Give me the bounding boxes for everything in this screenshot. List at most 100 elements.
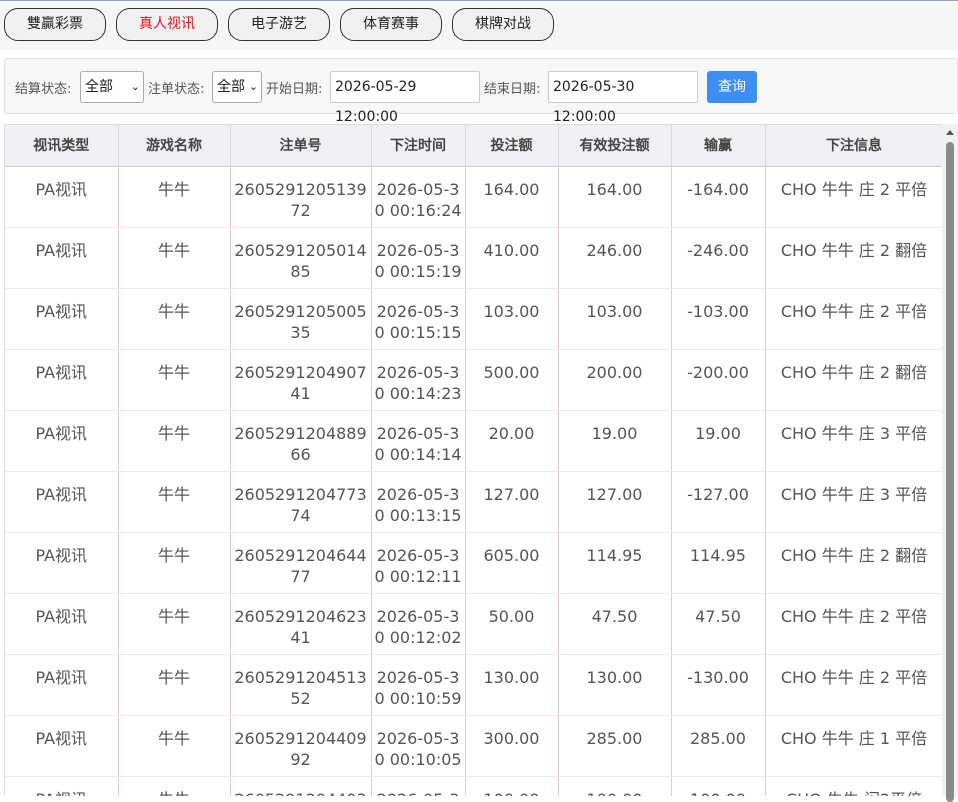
cell-bet-time: 2026-05-30 00:15:19 — [371, 227, 466, 289]
cell-game-name: 牛牛 — [118, 593, 231, 655]
cell-game-name: 牛牛 — [118, 166, 231, 228]
cell-video-type: PA视讯 — [5, 532, 119, 594]
cell-valid-bet: 164.00 — [558, 166, 672, 228]
cell-video-type: PA视讯 — [5, 715, 119, 777]
tab-sports[interactable]: 体育赛事 — [340, 8, 442, 41]
cell-bet-time: 2026-05-30 — [371, 776, 466, 796]
cell-video-type: PA视讯 — [5, 410, 119, 472]
cell-valid-bet: 103.00 — [558, 288, 672, 350]
cell-win-loss: 100.00 — [671, 776, 766, 796]
cell-order-no: 260529120488966 — [230, 410, 372, 472]
cell-bet-amount: 103.00 — [465, 288, 559, 350]
cell-game-name: 牛牛 — [118, 532, 231, 594]
cell-order-no: 260529120501485 — [230, 227, 372, 289]
cell-bet-time: 2026-05-30 00:10:05 — [371, 715, 466, 777]
settle-status-value: 全部 — [85, 79, 113, 95]
scrollbar-thumb[interactable] — [946, 142, 954, 802]
table-row: PA视讯牛牛260529120440372026-05-30100.00100.… — [5, 776, 942, 796]
cell-game-name: 牛牛 — [118, 227, 231, 289]
cell-valid-bet: 246.00 — [558, 227, 672, 289]
cell-valid-bet: 285.00 — [558, 715, 672, 777]
cell-order-no: 260529120451352 — [230, 654, 372, 716]
col-header-valid-bet: 有效投注额 — [558, 125, 672, 167]
col-header-video-type: 视讯类型 — [5, 125, 119, 167]
table-scrollbar[interactable] — [942, 124, 958, 802]
settle-status-select[interactable]: 全部 ⌄ — [80, 71, 144, 103]
col-header-game-name: 游戏名称 — [118, 125, 231, 167]
settle-status-label: 结算状态: — [15, 82, 72, 97]
table-row: PA视讯 牛牛 260529120462341 2026-05-30 00:12:02… — [5, 593, 942, 655]
cell-bet-info: CHO 牛牛 闲2平倍 — [765, 776, 942, 796]
order-status-label: 注单状态: — [148, 82, 205, 97]
cell-valid-bet: 130.00 — [558, 654, 672, 716]
table-row: PA视讯 牛牛 260529120488966 2026-05-30 00:14:14… — [5, 410, 942, 472]
cell-bet-amount: 130.00 — [465, 654, 559, 716]
cell-order-no: 260529120462341 — [230, 593, 372, 655]
cell-order-no: 260529120490741 — [230, 349, 372, 411]
table-row: PA视讯 牛牛 260529120440992 2026-05-30 00:10:05… — [5, 715, 942, 777]
cell-bet-amount: 164.00 — [465, 166, 559, 228]
cell-game-name: 牛牛 — [118, 776, 231, 796]
cell-bet-info: CHO 牛牛 庄 3 平倍 — [765, 410, 942, 472]
tab-lottery[interactable]: 雙贏彩票 — [4, 8, 106, 41]
cell-valid-bet: 100.00 — [558, 776, 672, 796]
cell-bet-amount: 20.00 — [465, 410, 559, 472]
cell-bet-info: CHO 牛牛 庄 2 翻倍 — [765, 349, 942, 411]
order-status-select[interactable]: 全部 ⌄ — [212, 71, 262, 103]
cell-order-no: 260529120464477 — [230, 532, 372, 594]
cell-bet-info: CHO 牛牛 庄 2 平倍 — [765, 166, 942, 228]
cell-game-name: 牛牛 — [118, 410, 231, 472]
cell-win-loss: -103.00 — [671, 288, 766, 350]
cell-bet-info: CHO 牛牛 庄 2 平倍 — [765, 288, 942, 350]
end-date-input[interactable]: 2026-05-30 12:00:00 — [548, 71, 698, 125]
cell-bet-info: CHO 牛牛 庄 3 平倍 — [765, 471, 942, 533]
cell-game-name: 牛牛 — [118, 349, 231, 411]
table-header-row: 视讯类型 游戏名称 注单号 下注时间 投注额 有效投注额 输赢 下注信息 — [5, 125, 942, 167]
col-header-bet-time: 下注时间 — [371, 125, 466, 167]
cell-video-type: PA视讯 — [5, 593, 119, 655]
bet-records-table: 视讯类型 游戏名称 注单号 下注时间 投注额 有效投注额 输赢 下注信息 PA视… — [4, 124, 942, 796]
cell-valid-bet: 200.00 — [558, 349, 672, 411]
cell-bet-amount: 605.00 — [465, 532, 559, 594]
tab-card-games[interactable]: 棋牌对战 — [452, 8, 554, 41]
cell-bet-amount: 100.00 — [465, 776, 559, 796]
cell-video-type: PA视讯 — [5, 288, 119, 350]
cell-bet-time: 2026-05-30 00:14:14 — [371, 410, 466, 472]
col-header-order-no: 注单号 — [230, 125, 372, 167]
cell-game-name: 牛牛 — [118, 471, 231, 533]
table-row: PA视讯 牛牛 260529120451352 2026-05-30 00:10:59… — [5, 654, 942, 716]
cell-valid-bet: 127.00 — [558, 471, 672, 533]
cell-game-name: 牛牛 — [118, 715, 231, 777]
cell-win-loss: 19.00 — [671, 410, 766, 472]
start-date-input[interactable]: 2026-05-29 12:00:00 — [330, 71, 480, 125]
scroll-up-arrow-icon[interactable] — [946, 130, 954, 135]
cell-video-type: PA视讯 — [5, 349, 119, 411]
cell-bet-amount: 50.00 — [465, 593, 559, 655]
cell-win-loss: 114.95 — [671, 532, 766, 594]
cell-bet-amount: 410.00 — [465, 227, 559, 289]
cell-order-no: 260529120440992 — [230, 715, 372, 777]
cell-bet-info: CHO 牛牛 庄 2 平倍 — [765, 593, 942, 655]
cell-video-type: PA视讯 — [5, 776, 119, 796]
cell-bet-time: 2026-05-30 00:13:15 — [371, 471, 466, 533]
end-date-label: 结束日期: — [484, 82, 541, 97]
cell-bet-amount: 127.00 — [465, 471, 559, 533]
cell-order-no: 260529120500535 — [230, 288, 372, 350]
query-button[interactable]: 查询 — [707, 71, 757, 103]
cell-bet-info: CHO 牛牛 庄 2 翻倍 — [765, 227, 942, 289]
cell-win-loss: -246.00 — [671, 227, 766, 289]
cell-win-loss: -130.00 — [671, 654, 766, 716]
cell-bet-time: 2026-05-30 00:12:11 — [371, 532, 466, 594]
chevron-down-icon: ⌄ — [248, 80, 258, 93]
cell-order-no: 260529120477374 — [230, 471, 372, 533]
tab-live-video[interactable]: 真人视讯 — [116, 8, 218, 41]
tab-electronic-games[interactable]: 电子游艺 — [228, 8, 330, 41]
col-header-win-loss: 输赢 — [671, 125, 766, 167]
table-row: PA视讯 牛牛 260529120500535 2026-05-30 00:15:15… — [5, 288, 942, 350]
cell-video-type: PA视讯 — [5, 654, 119, 716]
cell-bet-time: 2026-05-30 00:16:24 — [371, 166, 466, 228]
table-row: PA视讯 牛牛 260529120513972 2026-05-30 00:16:24… — [5, 166, 942, 228]
cell-win-loss: -200.00 — [671, 349, 766, 411]
cell-bet-amount: 300.00 — [465, 715, 559, 777]
cell-valid-bet: 47.50 — [558, 593, 672, 655]
